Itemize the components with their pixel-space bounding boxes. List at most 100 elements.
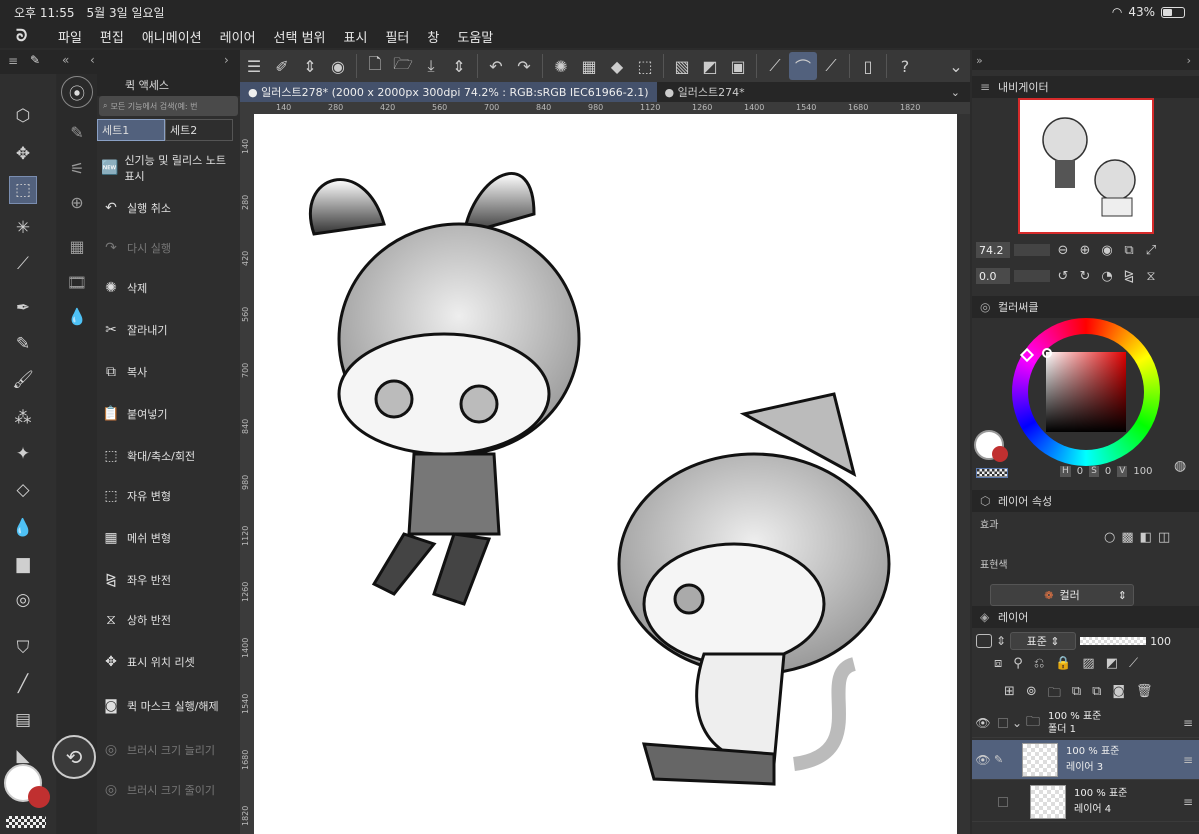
color-wheel-icon[interactable]: ◎	[980, 300, 990, 314]
save-icon[interactable]: ⤓	[417, 52, 445, 80]
tone-effect-icon[interactable]: ▩	[1121, 530, 1133, 545]
zoom-in-icon[interactable]: ⊕	[1076, 243, 1094, 258]
brush-size-icon[interactable]: ⊕	[61, 186, 93, 218]
quick-access-item[interactable]: 📋 붙여넣기	[101, 406, 233, 422]
color-marker[interactable]	[1042, 348, 1052, 358]
snap-grid-icon[interactable]: ⟋	[817, 52, 845, 80]
fill-screen-icon[interactable]: ⤢	[1142, 243, 1160, 258]
opacity-slider[interactable]	[1080, 637, 1147, 645]
line-icon[interactable]: ╱	[9, 670, 37, 698]
quick-access-search[interactable]: ⌕ 모든 기능에서 검색(예: 번	[99, 96, 238, 116]
flip-v-icon[interactable]: ⧖	[1142, 269, 1160, 284]
color-mode-icon[interactable]: ◍	[1174, 458, 1186, 474]
zoom-reset-icon[interactable]: ◉	[1098, 243, 1116, 258]
quick-access-item[interactable]: 🆕 신기능 및 릴리스 노트 표시	[101, 152, 233, 184]
airbrush-icon[interactable]: ⁂	[9, 404, 37, 432]
swap-color-button[interactable]: ⟲	[52, 735, 96, 779]
draft-layer-icon[interactable]: ⚲	[1013, 656, 1023, 671]
collapse-quick-icon[interactable]: ‹	[90, 53, 95, 67]
stepper-icon[interactable]: ⇕	[296, 52, 324, 80]
layer-menu-icon[interactable]: ≡	[1183, 753, 1193, 767]
lock-all-icon[interactable]: 🔒	[1055, 656, 1071, 671]
menu-layer[interactable]: 레이어	[220, 27, 256, 46]
figure-icon[interactable]: ◎	[9, 586, 37, 614]
gradient-icon[interactable]: ▆	[9, 550, 37, 578]
pen-icon[interactable]: ✎	[30, 53, 40, 67]
sub-color-swatch[interactable]	[992, 446, 1008, 462]
bucket-icon[interactable]: ◆	[603, 52, 631, 80]
timeline-icon[interactable]: 🎞	[61, 266, 93, 298]
layer-row-selected[interactable]: 👁 ✎ 100 % 표준 레이어 3 ≡	[972, 740, 1199, 780]
quick-access-item[interactable]: ◎ 브러시 크기 늘리기	[101, 742, 233, 758]
eyedropper-icon[interactable]: ⟋	[9, 250, 37, 278]
visibility-eye-icon[interactable]: 👁	[972, 716, 994, 730]
sub-tool-icon[interactable]: ✎	[61, 116, 93, 148]
ruler-snap-icon[interactable]: ⟋	[761, 52, 789, 80]
quick-access-toggle-icon[interactable]: ⦿	[61, 76, 93, 108]
zoom-out-icon[interactable]: ⊖	[1054, 243, 1072, 258]
new-vector-layer-icon[interactable]: ⊚	[1026, 684, 1037, 706]
flip-h-icon[interactable]: ⧎	[1120, 269, 1138, 284]
clear-icon[interactable]: ✺	[547, 52, 575, 80]
new-raster-layer-icon[interactable]: ⊞	[1004, 684, 1015, 706]
brush-icon[interactable]: 🖌	[9, 366, 37, 394]
invert-selection-icon[interactable]: ◩	[696, 52, 724, 80]
layer-panel-icon[interactable]: ◈	[980, 610, 989, 624]
quick-access-item[interactable]: ⧖ 상하 반전	[101, 612, 233, 628]
color-set-icon[interactable]: 💧	[61, 300, 93, 332]
quick-access-item[interactable]: ✺ 삭제	[101, 280, 233, 296]
selection-border-icon[interactable]: ▣	[724, 52, 752, 80]
transfer-down-icon[interactable]: ⧉	[1072, 684, 1081, 706]
quick-access-item[interactable]: ✂ 잘라내기	[101, 322, 233, 338]
transparent-color-circle[interactable]	[6, 816, 46, 828]
open-folder-icon[interactable]: 🗁	[389, 52, 417, 80]
expand-icon[interactable]: ›	[224, 53, 229, 67]
eraser-icon[interactable]: ◇	[9, 476, 37, 504]
ruler-show-icon[interactable]: ⟋	[1129, 656, 1138, 671]
material-icon[interactable]: ▦	[61, 230, 93, 262]
quick-access-item[interactable]: ▦ 메쉬 변형	[101, 530, 233, 546]
blend-mode-select[interactable]: 표준 ⇕	[1010, 632, 1077, 650]
rotation-reset-icon[interactable]: ◔	[1098, 269, 1116, 284]
panel-menu-icon[interactable]: ≡	[980, 80, 990, 94]
tool-property-icon[interactable]: ⚟	[61, 152, 93, 184]
sub-color-circle[interactable]	[28, 786, 50, 808]
navigator-preview[interactable]	[1018, 98, 1154, 234]
quick-access-item[interactable]: ✥ 표시 위치 리셋	[101, 654, 233, 670]
layer-checkbox[interactable]	[998, 796, 1008, 807]
create-mask-icon[interactable]: ◙	[1112, 684, 1125, 706]
hamburger-icon[interactable]: ☰	[240, 52, 268, 80]
menu-file[interactable]: 파일	[58, 27, 82, 46]
edit-icon[interactable]: ✐	[268, 52, 296, 80]
clip-icon[interactable]: ⎌	[1034, 656, 1044, 671]
pen-tool-icon[interactable]: ✒	[9, 294, 37, 322]
extract-line-icon[interactable]: ◫	[1158, 530, 1170, 545]
transform-icon[interactable]: ⬚	[631, 52, 659, 80]
quick-access-item[interactable]: ↷ 다시 실행	[101, 240, 233, 256]
new-file-icon[interactable]: 🗋	[361, 52, 389, 80]
layer-property-icon[interactable]: ⬡	[980, 494, 990, 508]
saturation-value-square[interactable]	[1046, 352, 1126, 432]
chevron-down-icon[interactable]: ⌄	[942, 52, 970, 80]
menu-view[interactable]: 표시	[344, 27, 368, 46]
visibility-eye-icon[interactable]: 👁	[972, 753, 994, 767]
help-icon[interactable]: ?	[891, 52, 919, 80]
move-icon[interactable]: ✥	[9, 140, 37, 168]
menu-filter[interactable]: 필터	[385, 27, 409, 46]
menu-selection[interactable]: 선택 범위	[274, 27, 326, 46]
zoom-slider[interactable]	[1014, 244, 1050, 256]
transparent-color-swatch[interactable]	[976, 468, 1008, 478]
rotate-right-icon[interactable]: ↻	[1076, 269, 1094, 284]
undo-icon[interactable]: ↶	[482, 52, 510, 80]
canvas-scrollbar[interactable]	[957, 114, 970, 834]
selection-icon[interactable]: ⬚	[9, 176, 37, 204]
new-folder-icon[interactable]: 🗀	[1048, 684, 1061, 706]
fill-tool-icon[interactable]: ⛉	[9, 634, 37, 662]
device-icon[interactable]: ▯	[854, 52, 882, 80]
operation-icon[interactable]: ⬡	[9, 102, 37, 130]
pencil-icon[interactable]: ✎	[9, 330, 37, 358]
menu-help[interactable]: 도움말	[457, 27, 493, 46]
lock-transparent-icon[interactable]: ▨	[1082, 656, 1094, 671]
opacity-value[interactable]: 100	[1150, 635, 1171, 648]
layer-color-icon[interactable]: ◧	[1140, 530, 1152, 545]
